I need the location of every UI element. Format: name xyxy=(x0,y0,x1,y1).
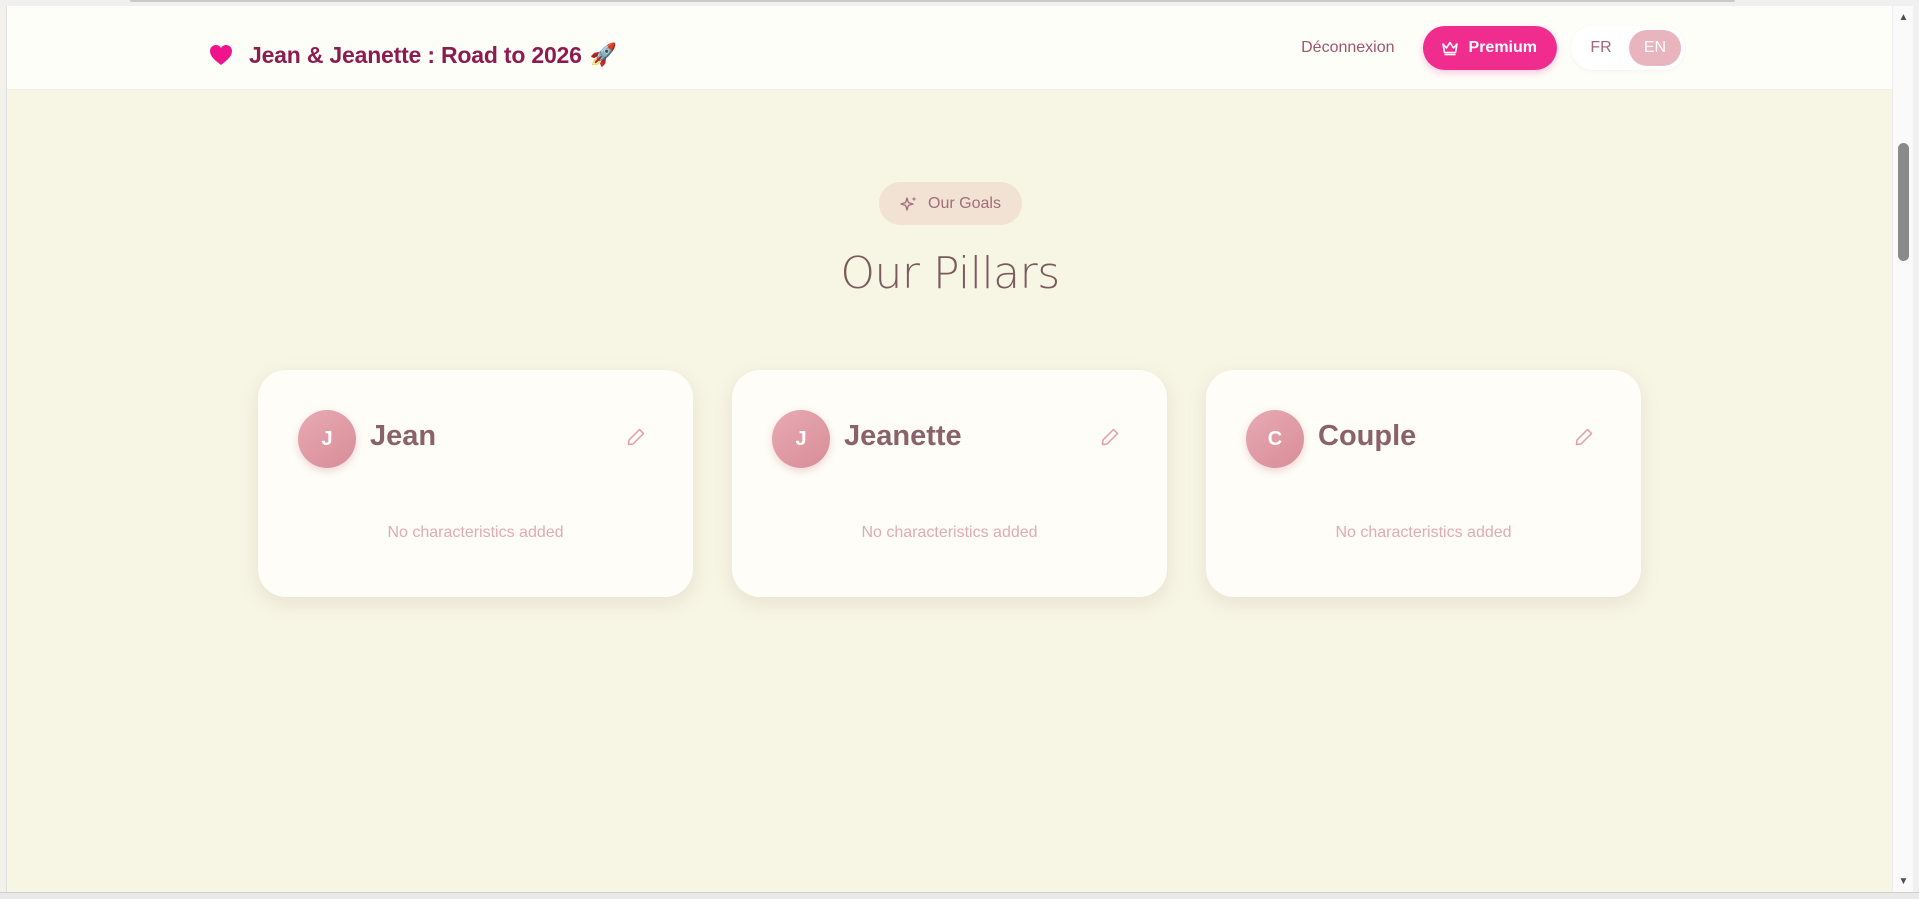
heart-icon xyxy=(210,45,232,65)
lang-fr-button[interactable]: FR xyxy=(1575,30,1627,66)
pillar-card-jean: J Jean No characteristics added xyxy=(258,370,693,597)
top-navbar: Jean & Jeanette : Road to 2026 🚀 Déconne… xyxy=(7,6,1892,90)
empty-characteristics-text: No characteristics added xyxy=(387,524,564,541)
premium-label: Premium xyxy=(1468,39,1537,56)
avatar: J xyxy=(772,410,830,468)
pillar-name: Couple xyxy=(1318,420,1417,452)
tab-strip-edge xyxy=(130,0,1735,2)
browser-bottom-strip xyxy=(0,892,1919,899)
avatar: C xyxy=(1246,410,1304,468)
lang-en-button[interactable]: EN xyxy=(1629,30,1681,66)
pencil-icon[interactable] xyxy=(625,426,647,448)
pencil-icon[interactable] xyxy=(1573,426,1595,448)
scroll-thumb[interactable] xyxy=(1898,143,1909,261)
window-edge xyxy=(1913,0,1919,899)
nav-actions: Déconnexion Premium FR EN xyxy=(1301,26,1685,70)
vertical-scrollbar[interactable]: ▲ ▼ xyxy=(1892,6,1913,892)
pillar-card-couple: C Couple No characteristics added xyxy=(1206,370,1641,597)
rocket-icon: 🚀 xyxy=(589,42,618,67)
logout-link[interactable]: Déconnexion xyxy=(1301,39,1394,57)
pillar-card-jeanette: J Jeanette No characteristics added xyxy=(732,370,1167,597)
pencil-icon[interactable] xyxy=(1099,426,1121,448)
avatar: J xyxy=(298,410,356,468)
goals-badge: Our Goals xyxy=(879,182,1022,225)
empty-characteristics-text: No characteristics added xyxy=(861,524,1038,541)
brand[interactable]: Jean & Jeanette : Road to 2026 🚀 xyxy=(209,32,617,78)
goals-badge-label: Our Goals xyxy=(928,194,1001,212)
scroll-down-icon[interactable]: ▼ xyxy=(1893,872,1914,890)
empty-characteristics-text: No characteristics added xyxy=(1335,524,1512,541)
brand-title: Jean & Jeanette : Road to 2026 xyxy=(249,41,582,68)
language-switcher: FR EN xyxy=(1571,26,1685,70)
pillar-name: Jean xyxy=(370,420,437,452)
crown-icon xyxy=(1441,41,1458,56)
section-title: Our Pillars xyxy=(840,248,1060,299)
pillar-name: Jeanette xyxy=(844,420,962,452)
scroll-up-icon[interactable]: ▲ xyxy=(1893,8,1914,26)
sparkle-icon xyxy=(900,196,917,211)
premium-button[interactable]: Premium xyxy=(1422,26,1557,70)
page-viewport: Jean & Jeanette : Road to 2026 🚀 Déconne… xyxy=(6,6,1892,892)
